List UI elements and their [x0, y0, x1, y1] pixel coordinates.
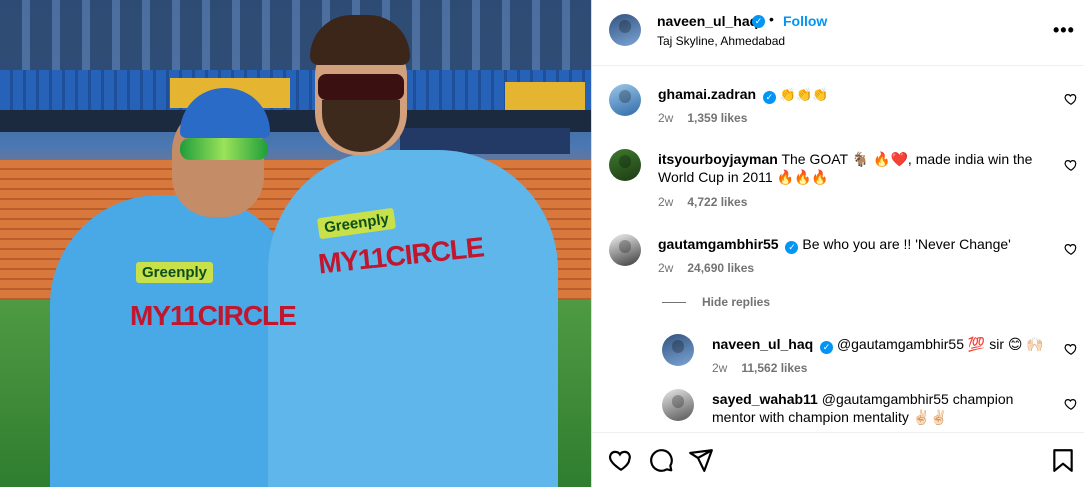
shirt-logo-left: MY11CIRCLE: [130, 300, 297, 331]
comment-text: Be who you are !! 'Never Change': [802, 236, 1011, 252]
post-photo[interactable]: Greenply Greenply MY11CIRCLE MY11CIRCLE: [0, 0, 591, 487]
stadium-yellow-seats-right: [505, 82, 585, 112]
replies-divider-line: [662, 302, 686, 304]
comment-heart-icon[interactable]: [1064, 158, 1078, 172]
verified-badge-icon: ✓: [820, 341, 834, 354]
post-side-panel: naveen_ul_haq ✓ • Follow Taj Skyline, Ah…: [591, 0, 1084, 487]
shirt-sponsor-left: Greenply: [136, 262, 214, 283]
commenter-avatar[interactable]: [609, 149, 641, 181]
verified-badge-icon: ✓: [762, 91, 776, 104]
stadium-blue-seats: [0, 70, 591, 115]
post-header: naveen_ul_haq ✓ • Follow Taj Skyline, Ah…: [592, 0, 1084, 66]
reply-heart-icon[interactable]: [1064, 397, 1078, 411]
reply-text: @gautamgambhir55 💯 sir 😊 🙌🏻: [836, 336, 1044, 352]
author-avatar[interactable]: [609, 14, 641, 46]
comment-likes[interactable]: 24,690 likes: [687, 261, 754, 275]
reply-likes[interactable]: 11,562 likes: [741, 361, 807, 375]
reply-age[interactable]: 2w: [712, 361, 727, 375]
follow-button[interactable]: Follow: [783, 13, 827, 29]
comment-likes[interactable]: 4,722 likes: [687, 195, 747, 209]
separator-dot: •: [769, 11, 774, 27]
hide-replies-label: Hide replies: [702, 295, 771, 309]
person-right-sunglasses: [318, 74, 404, 100]
comment-icon[interactable]: [648, 447, 674, 473]
commenter-avatar[interactable]: [609, 84, 641, 116]
comment-username[interactable]: itsyourboyjayman: [658, 151, 778, 167]
post-location[interactable]: Taj Skyline, Ahmedabad: [657, 34, 785, 48]
comment-text: 👏👏👏: [779, 87, 829, 102]
post-action-bar: [592, 432, 1084, 487]
reply-username[interactable]: naveen_ul_haq: [712, 336, 813, 352]
reply-avatar[interactable]: [662, 389, 694, 421]
person-left-sunglasses: [180, 138, 268, 160]
comment-likes[interactable]: 1,359 likes: [687, 111, 747, 125]
reply-username[interactable]: sayed_wahab11: [712, 391, 818, 407]
verified-badge-icon: ✓: [752, 15, 765, 28]
author-username[interactable]: naveen_ul_haq: [657, 13, 758, 29]
reply-avatar[interactable]: [662, 334, 694, 366]
commenter-avatar[interactable]: [609, 234, 641, 266]
share-icon[interactable]: [688, 447, 714, 473]
comment-heart-icon[interactable]: [1064, 242, 1078, 256]
heart-icon[interactable]: [608, 447, 634, 473]
verified-badge-icon: ✓: [785, 241, 799, 254]
comment-age[interactable]: 2w: [658, 261, 673, 275]
reply-heart-icon[interactable]: [1064, 342, 1078, 356]
person-left-shirt: [50, 195, 300, 487]
comment-heart-icon[interactable]: [1064, 92, 1078, 106]
person-right-shirt: [268, 150, 558, 487]
more-options-icon[interactable]: •••: [1053, 20, 1075, 41]
bookmark-icon[interactable]: [1050, 447, 1076, 473]
comment-age[interactable]: 2w: [658, 111, 673, 125]
hide-replies-button[interactable]: Hide replies: [662, 295, 770, 309]
comment-username[interactable]: ghamai.zadran: [658, 86, 756, 102]
stadium-upper-stand: [0, 0, 591, 70]
comment-username[interactable]: gautamgambhir55: [658, 236, 779, 252]
comment-age[interactable]: 2w: [658, 195, 673, 209]
